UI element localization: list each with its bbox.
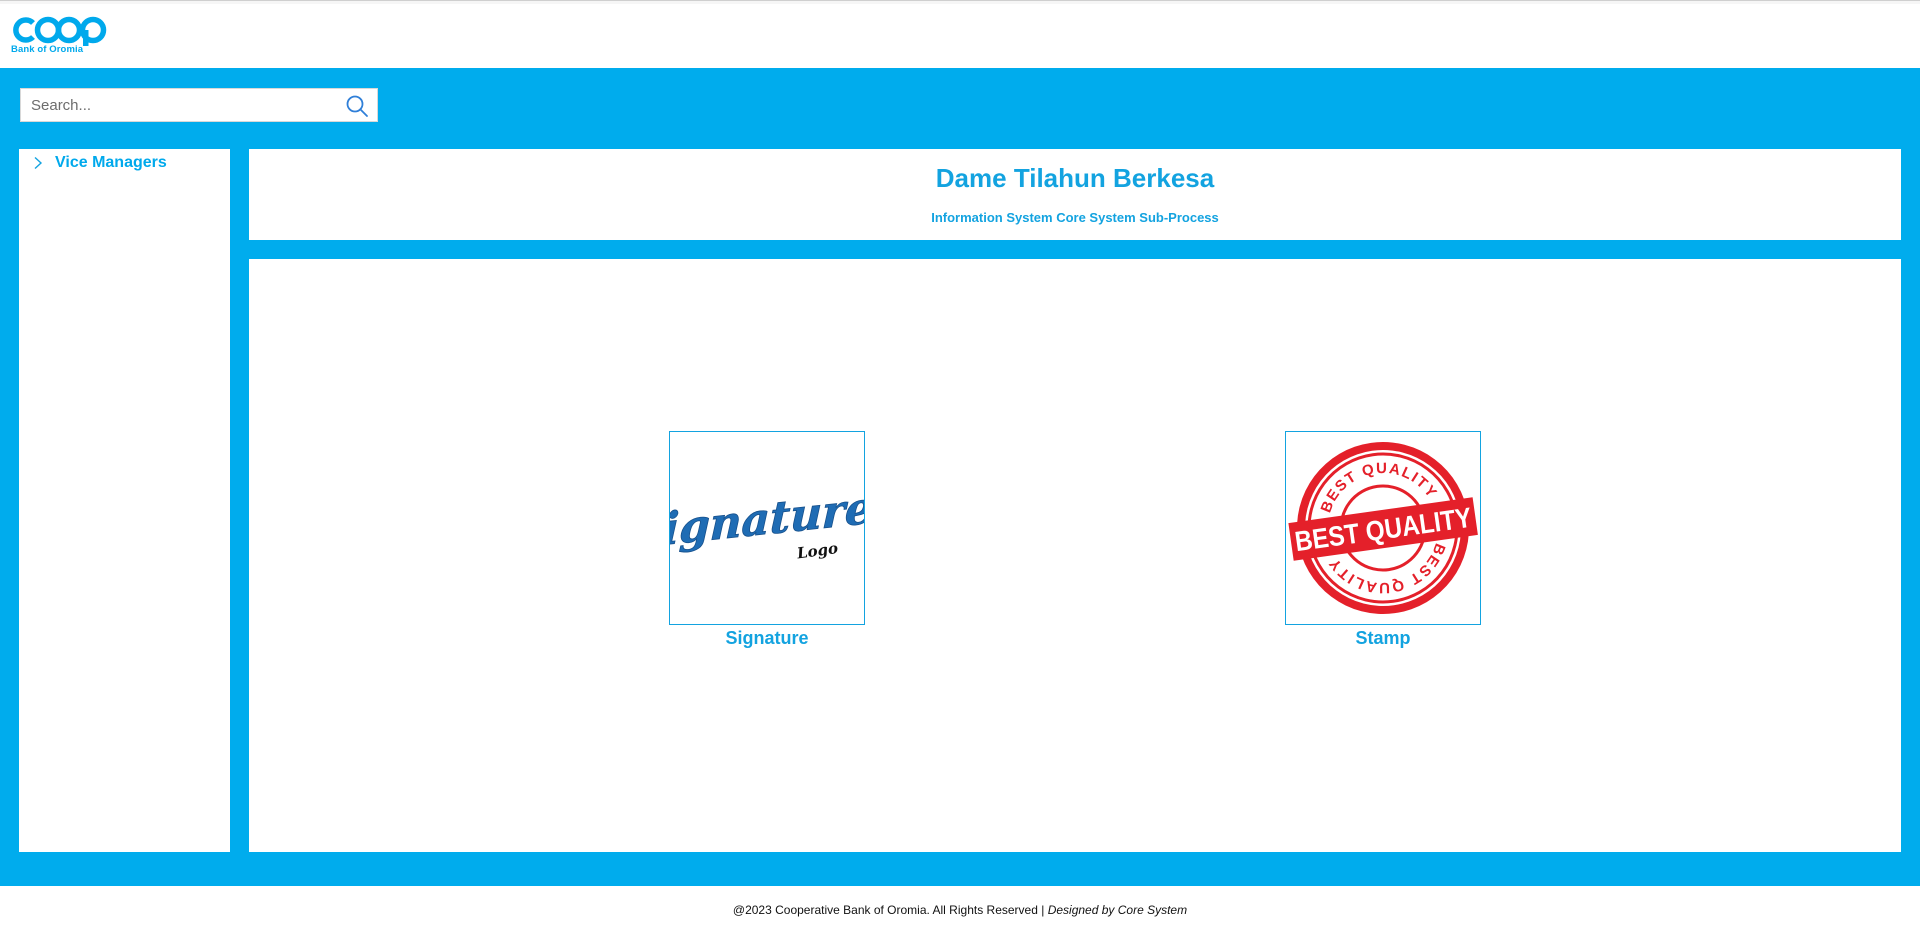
footer-copyright: @2023 Cooperative Bank of Oromia. All Ri… xyxy=(732,903,1045,917)
search-input[interactable] xyxy=(21,89,341,121)
stamp-caption: Stamp xyxy=(1355,628,1411,648)
stamp-image[interactable]: BEST QUALITY BEST QUALITY BEST QUALITY xyxy=(1285,431,1481,625)
sidebar-item-vice-managers[interactable]: Vice Managers xyxy=(31,152,167,174)
footer-text: @2023 Cooperative Bank of Oromia. All Ri… xyxy=(0,903,1920,917)
header: Bank of Oromia xyxy=(0,4,1920,68)
footer: @2023 Cooperative Bank of Oromia. All Ri… xyxy=(0,886,1920,932)
coop-logo-mark xyxy=(13,16,107,46)
signature-caption: Signature xyxy=(725,628,809,648)
signature-image[interactable]: Signature Logo xyxy=(669,431,865,625)
logo-image-text: Logo xyxy=(795,539,839,563)
coop-logo[interactable]: Bank of Oromia xyxy=(11,14,113,62)
profile-department: Information System Core System Sub-Proce… xyxy=(931,210,1219,225)
profile-name: Dame Tilahun Berkesa xyxy=(935,163,1215,193)
signature-logo-image: Signature Logo xyxy=(670,481,864,563)
chevron-right-icon[interactable] xyxy=(31,156,45,170)
profile-header: Dame Tilahun Berkesa Information System … xyxy=(249,149,1901,240)
search-box xyxy=(20,88,378,122)
search-icon xyxy=(346,95,368,117)
footer-designed-by: Designed by Core System xyxy=(1047,903,1188,917)
sidebar: Vice Managers xyxy=(19,149,230,852)
signature-tile: Signature Logo Signature xyxy=(669,431,865,649)
sidebar-item-label: Vice Managers xyxy=(55,154,167,171)
search-button[interactable] xyxy=(345,94,369,118)
stamp-tile: BEST QUALITY BEST QUALITY BEST QUALITY S… xyxy=(1285,431,1481,649)
stamp-logo-image: BEST QUALITY BEST QUALITY BEST QUALITY xyxy=(1288,442,1478,614)
documents-panel xyxy=(249,259,1901,852)
logo-subtitle: Bank of Oromia xyxy=(11,44,84,55)
